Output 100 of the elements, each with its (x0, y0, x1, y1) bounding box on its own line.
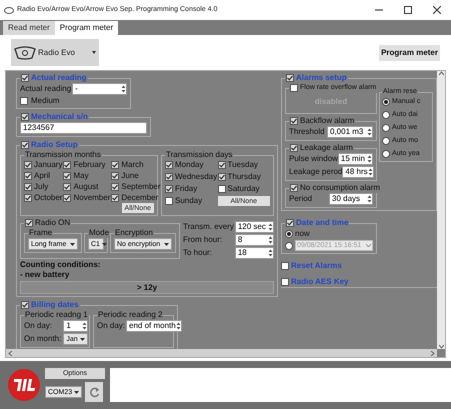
spin-arrows-icon (368, 168, 373, 176)
checkbox[interactable] (24, 161, 32, 169)
checkbox[interactable] (21, 74, 29, 82)
group-title: Leakage alarm (300, 143, 353, 153)
group-title: Transmission days (166, 150, 232, 160)
checkbox[interactable] (281, 262, 289, 270)
checkbox[interactable] (290, 144, 298, 152)
group-title: Date and time (296, 218, 348, 228)
checkbox[interactable] (290, 117, 298, 125)
transmission-interval-field[interactable]: 120 sec (234, 221, 274, 233)
radio-button[interactable] (382, 137, 390, 145)
spin-arrows-icon (176, 322, 181, 330)
spin-arrows-icon (82, 322, 87, 330)
checkbox[interactable] (165, 173, 173, 181)
scroll-up-icon[interactable] (438, 71, 444, 76)
spin-arrows-icon (367, 195, 372, 203)
radio-button[interactable] (382, 124, 390, 132)
checkbox[interactable] (165, 185, 173, 193)
to-hour-field[interactable]: 18 (234, 247, 274, 259)
refresh-button[interactable] (85, 382, 103, 402)
checkbox-label: November (73, 193, 110, 203)
threshold-field[interactable]: 0,001 m3 (327, 126, 373, 138)
field-label: From hour: (183, 235, 224, 245)
radio-button[interactable] (382, 111, 390, 119)
checkbox-label: June (121, 171, 139, 181)
caret-icon (366, 244, 371, 247)
checkbox[interactable] (63, 161, 72, 169)
checkbox[interactable] (111, 183, 120, 191)
checkbox[interactable] (165, 197, 173, 205)
tab[interactable]: Read meter (3, 21, 55, 35)
caret-icon (92, 51, 96, 54)
radio-button[interactable] (285, 230, 293, 238)
checkbox[interactable] (281, 278, 289, 286)
horizontal-scrollbar[interactable] (6, 349, 437, 357)
device-dropdown[interactable]: Radio Evo (11, 39, 99, 66)
group-title: Frame (29, 228, 52, 238)
checkbox[interactable] (21, 301, 29, 309)
radio-button[interactable] (285, 242, 293, 250)
checkbox[interactable] (286, 219, 294, 227)
group-title: Actual reading (31, 73, 87, 83)
checkbox[interactable] (218, 161, 226, 169)
field-label: Actual reading (20, 84, 72, 94)
checkbox[interactable] (218, 185, 226, 193)
radio-label: now (295, 229, 310, 239)
group-title: Backflow alarm (300, 116, 354, 126)
pulse-window-field[interactable]: 15 min (338, 153, 373, 165)
group-title: No consumption alarm (300, 183, 380, 193)
scroll-right-icon[interactable] (430, 350, 435, 356)
company-logo (8, 369, 40, 401)
checkbox-label: March (121, 160, 144, 170)
group-title: Transmission months (25, 150, 101, 160)
field-label: On month: (24, 334, 62, 344)
meter-icon (14, 46, 36, 60)
spin-arrows-icon (367, 155, 372, 163)
checkbox[interactable] (25, 219, 33, 227)
checkbox[interactable] (218, 173, 226, 181)
checkbox[interactable] (20, 97, 28, 105)
checkbox-label: July (34, 182, 48, 192)
maximize-icon[interactable] (404, 6, 412, 14)
program-meter-button[interactable]: Program meter (379, 44, 440, 60)
checkbox[interactable] (63, 183, 72, 191)
checkbox[interactable] (24, 183, 32, 191)
checkbox[interactable] (21, 141, 29, 149)
group-title: Periodic reading 2 (98, 310, 162, 320)
checkbox[interactable] (111, 172, 120, 180)
tab[interactable]: Program meter (54, 21, 118, 35)
serial-number-field[interactable]: 1234567 (20, 122, 147, 134)
scroll-down-icon[interactable] (438, 344, 444, 349)
field-label: On day: (97, 321, 126, 331)
day-field[interactable]: end of month (126, 320, 182, 332)
checkbox[interactable] (286, 74, 294, 82)
checkbox-label: February (73, 160, 106, 170)
checkbox[interactable] (63, 194, 72, 202)
period-field[interactable]: 30 days (329, 193, 373, 205)
checkbox[interactable] (290, 84, 298, 92)
radio-button[interactable] (382, 150, 390, 158)
field-label: To hour: (183, 248, 213, 258)
checkbox[interactable] (63, 172, 72, 180)
app-icon (4, 6, 14, 14)
from-hour-field[interactable]: 8 (234, 234, 274, 246)
scroll-left-icon[interactable] (8, 350, 13, 356)
counting-condition: - new battery (20, 270, 70, 280)
group-title: Reset Alarms (291, 261, 342, 271)
checkbox[interactable] (24, 194, 32, 202)
radio-button[interactable] (382, 98, 390, 106)
group-title: Alarms setup (296, 73, 347, 83)
checkbox-label: Sunday (175, 196, 202, 206)
leakage-period-field[interactable]: 48 hrs (342, 166, 374, 178)
checkbox[interactable] (24, 172, 32, 180)
day-field[interactable]: 1 (63, 320, 88, 332)
counting-conditions-title: Counting conditions: (20, 260, 102, 270)
caret-icon (80, 338, 85, 340)
checkbox[interactable] (111, 194, 120, 202)
checkbox[interactable] (165, 161, 173, 169)
close-icon[interactable] (433, 6, 441, 14)
actual-reading-field[interactable]: - (72, 83, 127, 95)
checkbox[interactable] (290, 184, 298, 192)
checkbox[interactable] (21, 113, 29, 121)
vertical-scrollbar[interactable] (437, 71, 445, 349)
checkbox[interactable] (111, 161, 120, 169)
